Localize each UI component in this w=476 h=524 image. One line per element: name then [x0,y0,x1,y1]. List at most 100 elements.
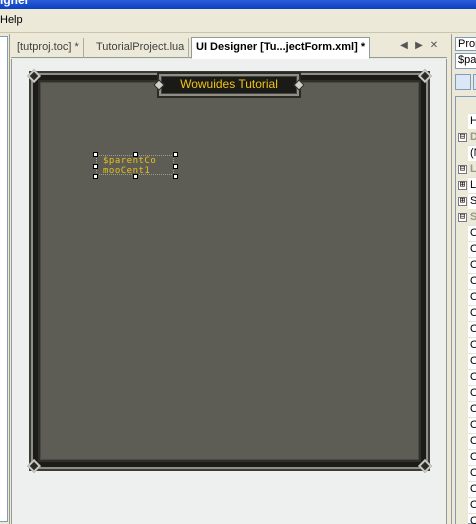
resize-handle-left[interactable] [93,164,98,169]
property-label: O [470,371,476,383]
tab-tutproj-toc[interactable]: [tutproj.toc] * [13,38,84,58]
property-row[interactable]: ⊞ S [456,193,476,210]
property-label: O [470,419,476,431]
property-label: O [470,483,476,495]
property-label: O [470,435,476,447]
property-row[interactable]: O [456,369,476,386]
property-row[interactable]: O [456,385,476,402]
document-tab-strip: [tutproj.toc] * TutorialProject.lua UI D… [11,36,447,59]
row-gutter [456,385,468,402]
resize-handle-bottom[interactable] [133,174,138,179]
property-label: O [470,355,476,367]
property-label: (N [470,147,476,159]
properties-title: Prop [455,37,476,51]
property-row[interactable]: ⊞ L [456,177,476,194]
frame-title: Wowuides Tutorial [180,77,278,91]
property-row[interactable]: O [456,305,476,322]
property-label: O [470,467,476,479]
collapse-icon[interactable]: ⊟ [458,165,467,174]
row-gutter [456,97,468,114]
row-gutter [456,449,468,466]
wow-frame[interactable]: $parentCo mooCent1 [26,68,433,474]
row-gutter [456,337,468,354]
property-row[interactable]: O [456,401,476,418]
property-category-row[interactable]: ⊟ D [456,129,476,146]
frame-title-plate[interactable]: Wowuides Tutorial [153,74,305,96]
designer-canvas[interactable]: $parentCo mooCent1 Wowuides Tutorial [11,59,447,524]
close-tab-icon[interactable]: ✕ [427,39,441,53]
resize-handle-bottom-right[interactable] [173,174,178,179]
properties-panel: Prop $par H⊟D(N⊟L⊞L⊞S⊟SOOOOOOOOOOOOOOOOO… [451,34,476,524]
frame-corner-icon [26,458,42,474]
tab-ui-designer[interactable]: UI Designer [Tu...jectForm.xml] * [191,37,371,59]
property-label: O [470,227,476,239]
property-row[interactable]: O [456,513,476,524]
expand-icon[interactable]: ⊞ [458,197,467,206]
property-label: O [470,387,476,399]
scroll-tabs-left-icon[interactable]: ◀ [397,39,411,53]
property-label: O [470,515,476,524]
row-gutter [456,289,468,306]
font-string-line: $parentCo [103,156,157,166]
collapse-icon[interactable]: ⊟ [458,213,467,222]
frame-corner-icon [417,68,433,84]
property-label: O [470,291,476,303]
tab-tutorialproject-lua[interactable]: TutorialProject.lua [92,38,190,58]
property-row[interactable]: O [456,225,476,242]
row-gutter [456,321,468,338]
property-row[interactable]: H [456,113,476,130]
row-gutter [456,241,468,258]
property-row[interactable]: (N [456,145,476,162]
menu-help[interactable]: Help [0,14,23,26]
property-label: O [470,243,476,255]
row-gutter [456,225,468,242]
row-gutter [456,145,468,162]
row-gutter [456,273,468,290]
row-gutter [456,369,468,386]
property-label: S [470,211,476,223]
collapse-icon[interactable]: ⊟ [458,133,467,142]
row-gutter [456,353,468,370]
row-gutter [456,497,468,514]
property-row[interactable]: O [456,481,476,498]
property-row[interactable]: O [456,337,476,354]
property-row[interactable]: O [456,465,476,482]
property-row[interactable]: O [456,417,476,434]
row-gutter [456,113,468,130]
object-selector[interactable]: $par [455,53,476,69]
font-string-control[interactable]: $parentCo mooCent1 [93,152,178,179]
property-row[interactable]: O [456,497,476,514]
property-label: O [470,403,476,415]
property-label: D [470,131,476,143]
row-gutter [456,513,468,524]
property-category-row[interactable]: ⊟ L [456,161,476,178]
property-category-row[interactable] [456,97,476,114]
left-panel-content[interactable] [0,36,8,522]
row-gutter [456,433,468,450]
property-row[interactable]: O [456,321,476,338]
resize-handle-top[interactable] [133,152,138,157]
property-label: O [470,451,476,463]
menu-bar: Help [0,9,476,33]
property-label: L [470,163,476,175]
property-category-row[interactable]: ⊟ S [456,209,476,226]
resize-handle-top-right[interactable] [173,152,178,157]
scroll-tabs-right-icon[interactable]: ▶ [412,39,426,53]
property-row[interactable]: O [456,257,476,274]
tab-label: [tutproj.toc] * [17,41,79,53]
property-row[interactable]: O [456,449,476,466]
property-row[interactable]: O [456,273,476,290]
property-row[interactable]: O [456,353,476,370]
expand-icon[interactable]: ⊞ [458,181,467,190]
categorized-view-icon[interactable] [455,74,471,90]
window-title: igner [0,0,30,7]
property-row[interactable]: O [456,241,476,258]
property-label: O [470,259,476,271]
property-row[interactable]: O [456,289,476,306]
property-grid[interactable]: H⊟D(N⊟L⊞L⊞S⊟SOOOOOOOOOOOOOOOOOOO [455,96,476,524]
window-title-bar[interactable]: igner [0,0,476,9]
resize-handle-right[interactable] [173,164,178,169]
resize-handle-bottom-left[interactable] [93,174,98,179]
property-row[interactable]: O [456,433,476,450]
resize-handle-top-left[interactable] [93,152,98,157]
